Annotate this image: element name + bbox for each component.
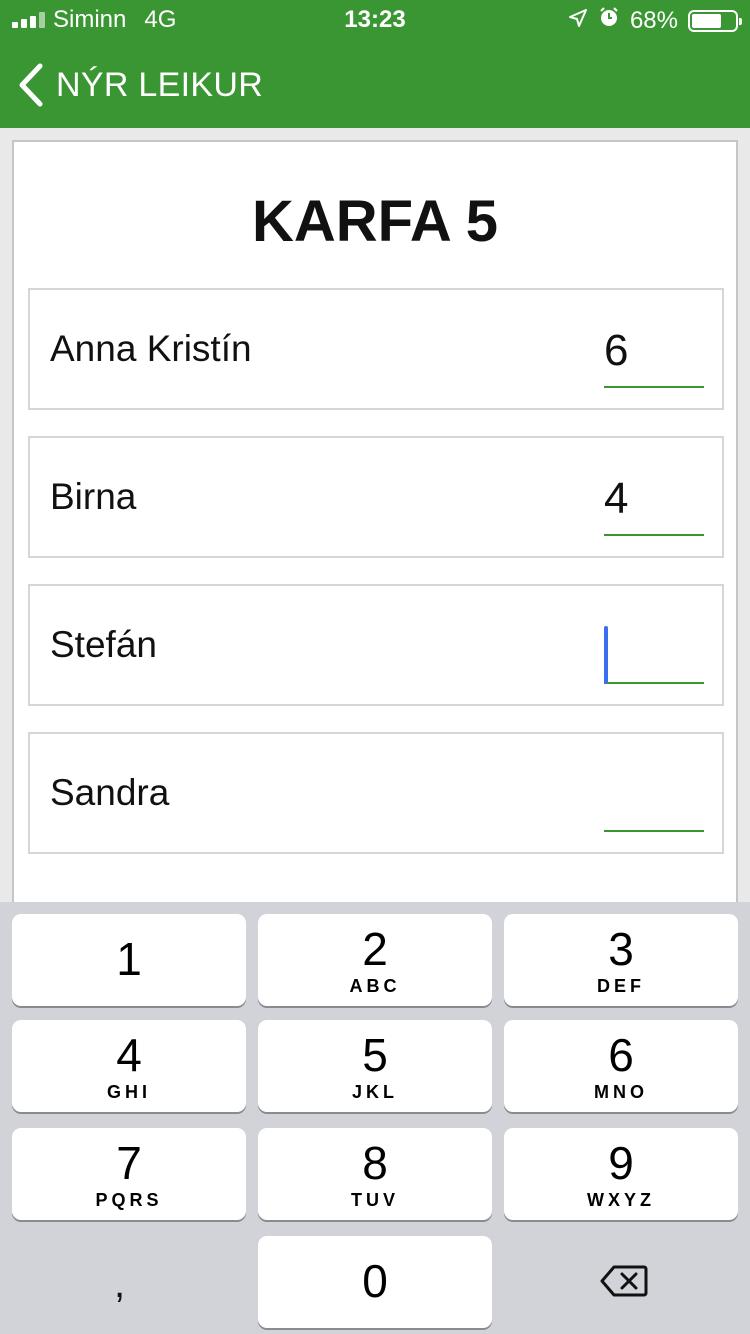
backspace-icon xyxy=(600,1264,648,1303)
key-5[interactable]: 5 JKL xyxy=(258,1020,492,1112)
key-letters: DEF xyxy=(597,976,645,996)
key-digit: 5 xyxy=(362,1029,388,1081)
delete-key[interactable] xyxy=(504,1236,738,1328)
key-2[interactable]: 2 ABC xyxy=(258,914,492,1006)
key-letters: ABC xyxy=(349,976,401,996)
player-name: Birna xyxy=(50,476,137,517)
key-letters: PQRS xyxy=(95,1190,163,1210)
location-arrow-icon xyxy=(568,7,588,35)
key-digit: 3 xyxy=(608,923,634,975)
key-digit: 4 xyxy=(116,1029,142,1081)
key-6[interactable]: 6 MNO xyxy=(504,1020,738,1112)
player-name: Anna Kristín xyxy=(50,328,252,369)
key-digit: 7 xyxy=(116,1137,142,1189)
player-row: Birna 4 xyxy=(28,436,724,558)
key-letters: TUV xyxy=(351,1190,399,1210)
score-input[interactable] xyxy=(604,768,704,832)
key-9[interactable]: 9 WXYZ xyxy=(504,1128,738,1220)
key-comma[interactable]: , xyxy=(12,1236,246,1328)
numeric-keypad: 1 2 ABC 3 DEF 4 GHI 5 JKL 6 MNO 7 PQRS 8… xyxy=(0,902,750,1334)
player-row: Stefán xyxy=(28,584,724,706)
key-4[interactable]: 4 GHI xyxy=(12,1020,246,1112)
key-digit: 0 xyxy=(362,1255,388,1307)
round-title: KARFA 5 xyxy=(252,189,498,254)
key-letters: JKL xyxy=(351,1082,398,1102)
key-letters: GHI xyxy=(106,1082,151,1102)
alarm-icon xyxy=(598,6,620,35)
key-8[interactable]: 8 TUV xyxy=(258,1128,492,1220)
player-row: Anna Kristín 6 xyxy=(28,288,724,410)
status-bar: Siminn 4G 13:23 68% xyxy=(0,0,750,40)
status-right: 68% xyxy=(568,6,742,35)
score-input[interactable]: 6 xyxy=(604,324,704,388)
key-3[interactable]: 3 DEF xyxy=(504,914,738,1006)
key-letters: WXYZ xyxy=(587,1190,655,1210)
chevron-left-icon xyxy=(18,62,48,108)
key-comma-label: , xyxy=(114,1262,126,1306)
player-row: Sandra xyxy=(28,732,724,854)
battery-icon xyxy=(688,9,742,32)
text-cursor xyxy=(604,626,608,684)
key-letters: MNO xyxy=(594,1082,648,1102)
key-digit: 8 xyxy=(362,1137,388,1189)
key-7[interactable]: 7 PQRS xyxy=(12,1128,246,1220)
app-header: Siminn 4G 13:23 68% NÝR LEIKUR xyxy=(0,0,750,128)
key-digit: 9 xyxy=(608,1137,634,1189)
back-button[interactable]: NÝR LEIKUR xyxy=(0,54,263,116)
player-name: Sandra xyxy=(50,772,170,813)
player-name: Stefán xyxy=(50,624,157,665)
score-card: KARFA 5 Anna Kristín 6 Birna 4 Stefán Sa… xyxy=(12,140,738,920)
key-digit: 2 xyxy=(362,923,388,975)
score-input[interactable]: 4 xyxy=(604,472,704,536)
battery-percent: 68% xyxy=(629,6,678,34)
score-input-focused[interactable] xyxy=(604,620,704,684)
key-digit: 6 xyxy=(608,1029,634,1081)
key-0[interactable]: 0 xyxy=(258,1236,492,1328)
key-digit: 1 xyxy=(116,933,142,985)
back-label: NÝR LEIKUR xyxy=(56,65,264,104)
key-1[interactable]: 1 xyxy=(12,914,246,1006)
